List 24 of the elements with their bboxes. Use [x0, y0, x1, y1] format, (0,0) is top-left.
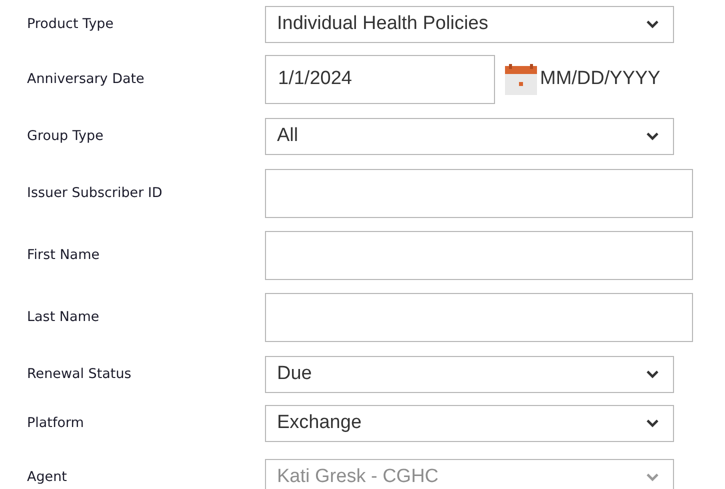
- field-label: First Name: [26, 246, 101, 265]
- caret-icon: [646, 419, 659, 428]
- input-field[interactable]: [265, 293, 693, 342]
- input-field[interactable]: [265, 230, 693, 280]
- date-field[interactable]: 1/1/2024: [265, 55, 495, 104]
- field-label: Agent: [26, 468, 68, 487]
- dropdown[interactable]: Individual Health Policies: [265, 6, 674, 43]
- field-label: Issuer Subscriber ID: [26, 184, 164, 203]
- field-label: Anniversary Date: [26, 70, 146, 90]
- field-label: Platform: [26, 414, 85, 434]
- caret-icon: [646, 132, 659, 140]
- calendar-icon[interactable]: [504, 62, 538, 96]
- dropdown[interactable]: All: [265, 118, 674, 154]
- caret-icon: [646, 20, 659, 29]
- caret-icon: [646, 472, 659, 482]
- caret-icon: [646, 370, 659, 379]
- field-label: Group Type: [26, 126, 104, 146]
- date-format-hint: MM/DD/YYYY: [540, 67, 660, 92]
- input-field[interactable]: [265, 168, 693, 218]
- dropdown[interactable]: Due: [265, 356, 674, 393]
- dropdown[interactable]: Exchange: [265, 405, 674, 442]
- field-label: Renewal Status: [26, 365, 132, 384]
- field-label: Product Type: [26, 15, 115, 34]
- field-label: Last Name: [26, 308, 100, 328]
